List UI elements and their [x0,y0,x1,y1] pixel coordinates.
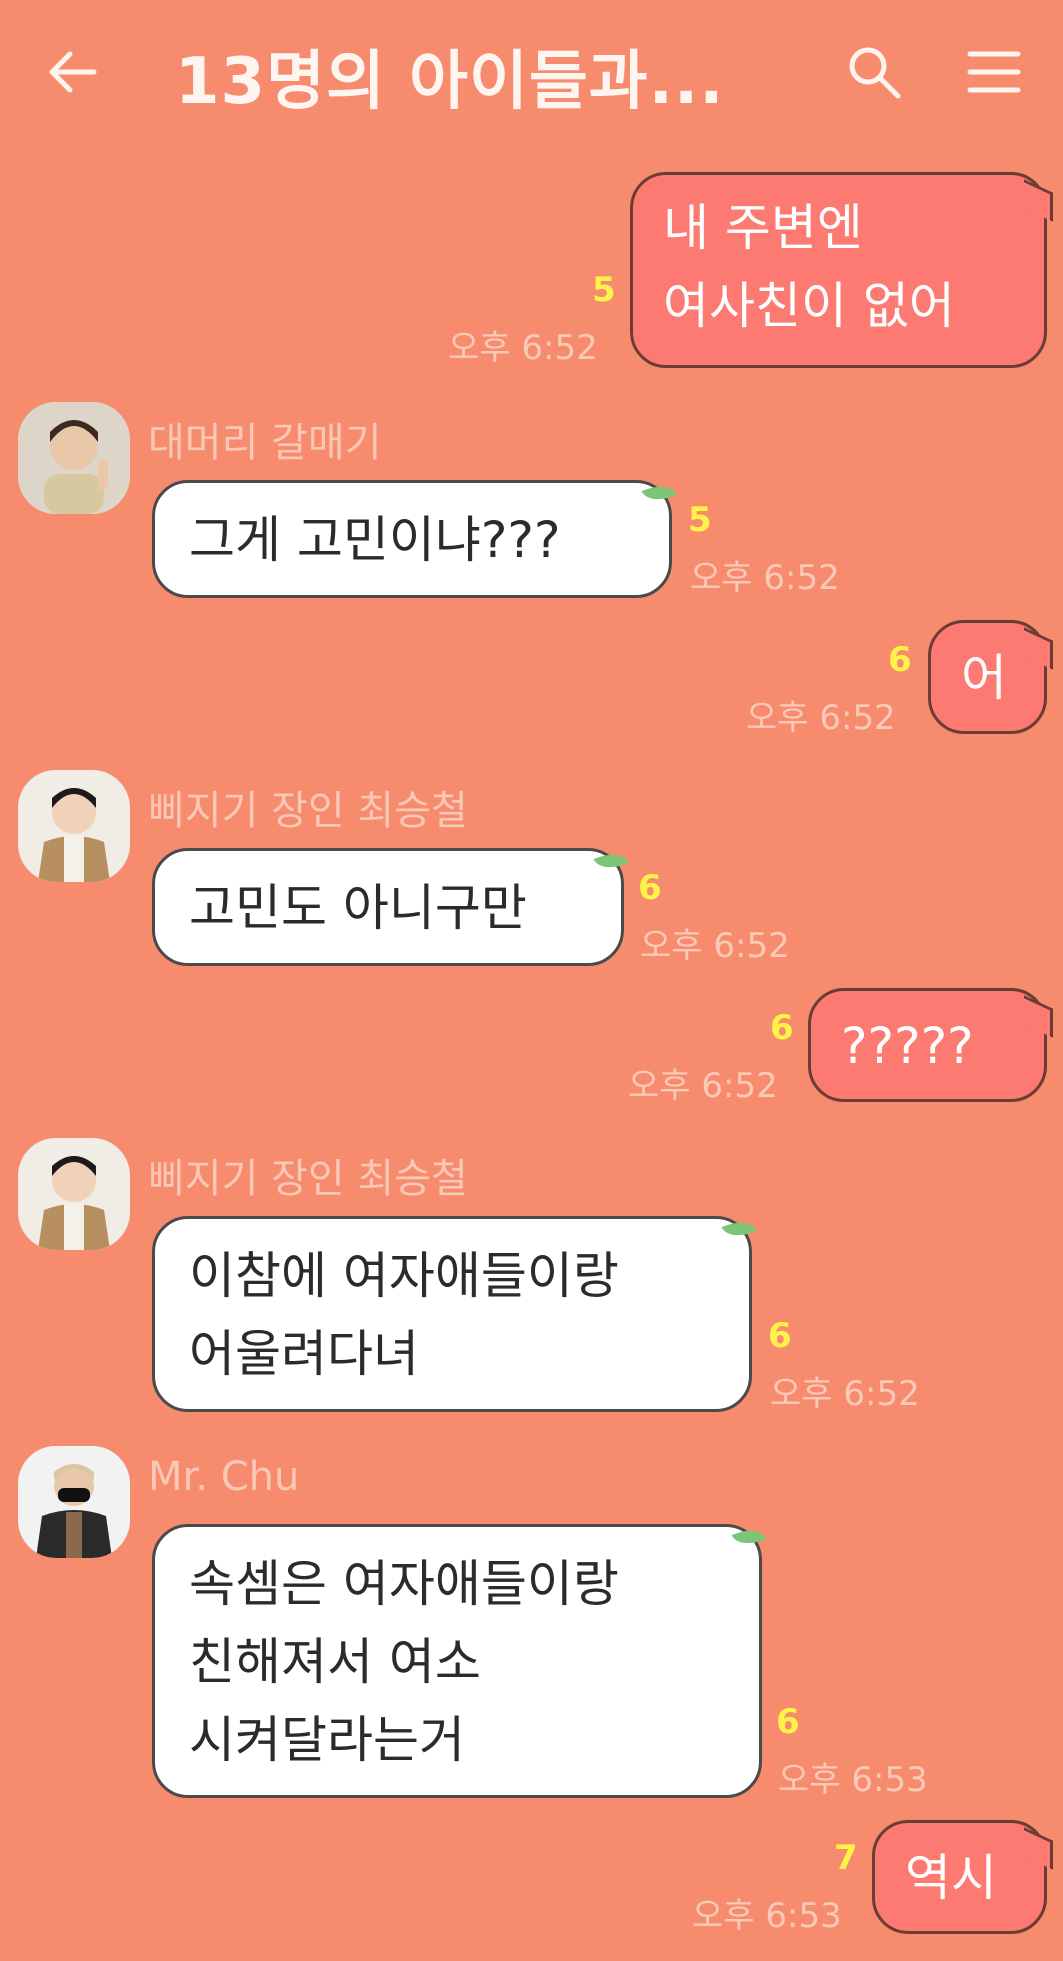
unread-count: 6 [768,1316,792,1356]
incoming-message-bubble[interactable]: 그게 고민이냐??? [152,480,672,598]
unread-count: 7 [834,1838,858,1878]
sender-avatar[interactable] [18,770,130,882]
message-time: 오후 6:53 [778,1760,928,1800]
unread-count: 5 [688,500,712,540]
unread-count: 6 [638,868,662,908]
sender-avatar[interactable] [18,1446,130,1558]
message-time: 오후 6:52 [690,558,840,598]
sender-avatar[interactable] [18,402,130,514]
message-time: 오후 6:52 [640,926,790,966]
incoming-message-bubble[interactable]: 고민도 아니구만 [152,848,624,966]
message-time: 오후 6:52 [770,1374,920,1414]
incoming-message-bubble[interactable]: 속셈은 여자애들이랑 친해져서 여소 시켜달라는거 [152,1524,762,1798]
outgoing-message-bubble[interactable]: 내 주변엔 여사친이 없어 [630,172,1047,368]
message-list[interactable]: 내 주변엔 여사친이 없어 5 오후 6:52 대머리 갈매기 그게 고민이냐?… [0,0,1063,1961]
outgoing-message-bubble[interactable]: ????? [808,988,1047,1102]
outgoing-message-bubble[interactable]: 역시 [872,1820,1047,1934]
sender-avatar[interactable] [18,1138,130,1250]
unread-count: 6 [770,1008,794,1048]
sender-name: 대머리 갈매기 [148,420,382,466]
unread-count: 5 [592,270,616,310]
message-time: 오후 6:53 [692,1896,842,1936]
message-time: 오후 6:52 [746,698,896,738]
message-time: 오후 6:52 [628,1066,778,1106]
message-time: 오후 6:52 [448,328,598,368]
sender-name: Mr. Chu [148,1454,300,1500]
sender-name: 삐지기 장인 최승철 [148,788,468,834]
incoming-message-bubble[interactable]: 이참에 여자애들이랑 어울려다녀 [152,1216,752,1412]
unread-count: 6 [776,1702,800,1742]
sender-name: 삐지기 장인 최승철 [148,1156,468,1202]
unread-count: 6 [888,640,912,680]
